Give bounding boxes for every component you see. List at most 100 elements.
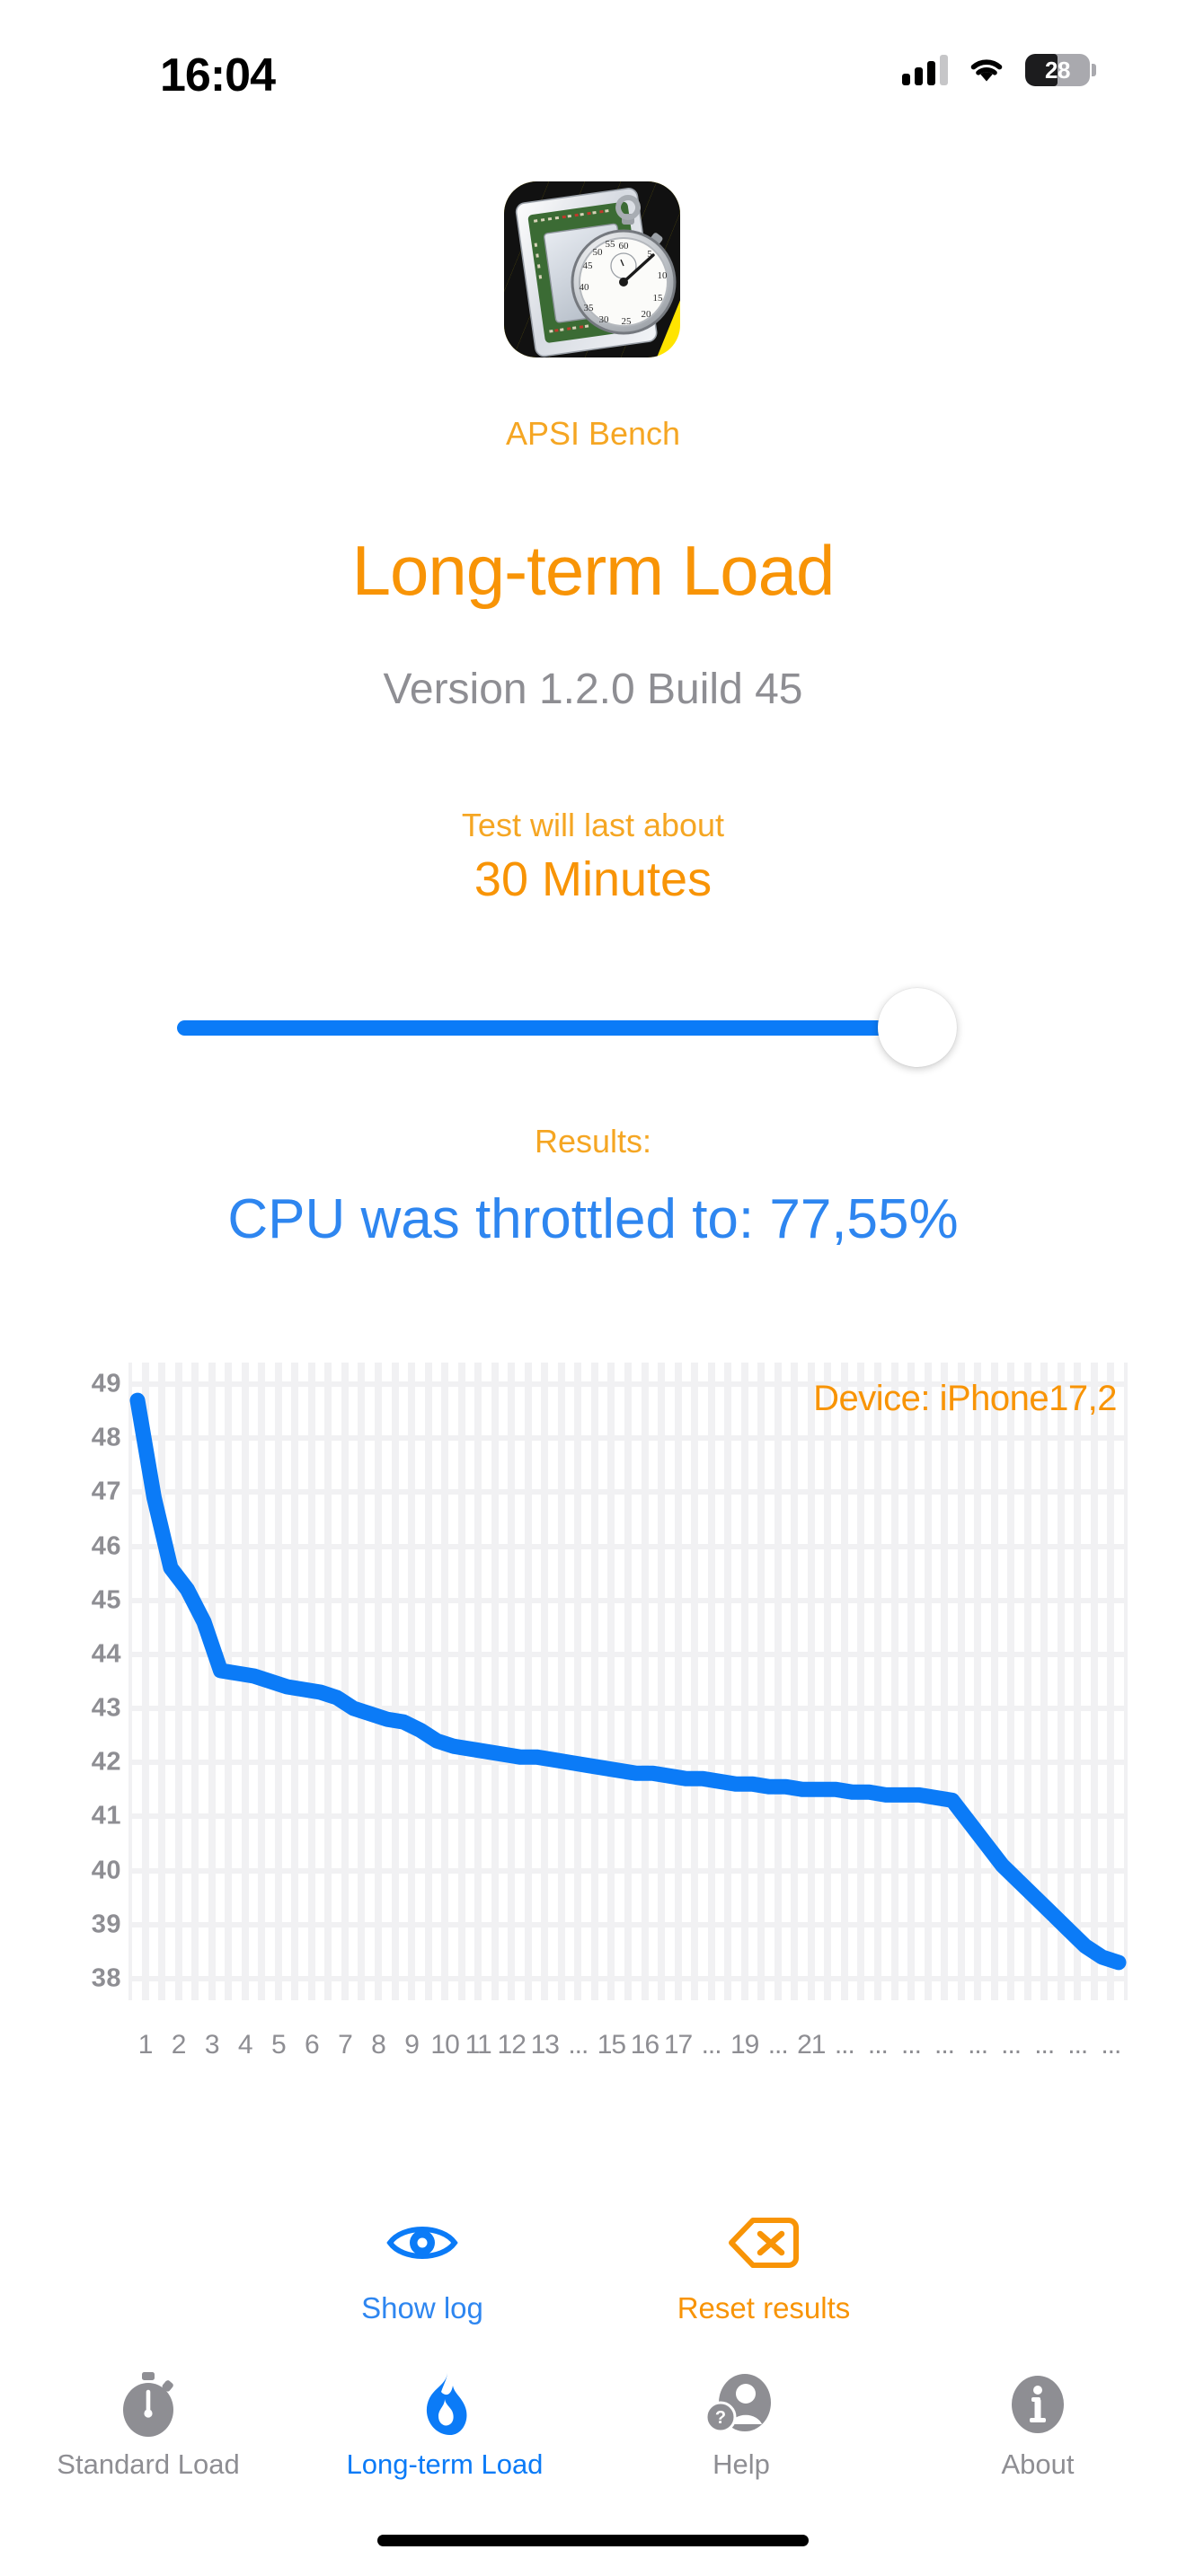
svg-text:35: 35 [584, 303, 595, 313]
chart-x-tick: ... [1034, 2030, 1055, 2060]
duration-value-label: 30 Minutes [474, 852, 712, 906]
tab-standard-load[interactable]: Standard Load [0, 2362, 296, 2506]
battery-icon: 28 [1025, 54, 1096, 86]
chart-y-tick: 42 [91, 1747, 121, 1777]
tab-long-term-load[interactable]: Long-term Load [296, 2362, 593, 2506]
flame-icon [417, 2369, 473, 2439]
svg-text:25: 25 [622, 316, 633, 327]
chart-x-tick: ... [568, 2030, 589, 2060]
results-label: Results: [534, 1123, 652, 1160]
chart-x-tick: ... [1001, 2030, 1022, 2060]
chart-y-tick: 39 [91, 1910, 121, 1939]
svg-text:10: 10 [658, 270, 668, 281]
svg-text:60: 60 [619, 241, 630, 251]
chart-y-tick: 41 [91, 1801, 121, 1831]
chart-y-tick: 47 [91, 1477, 121, 1506]
tab-standard-load-label: Standard Load [57, 2448, 240, 2480]
delete-left-x-icon [647, 2205, 881, 2280]
chart-x-tick: 12 [497, 2030, 527, 2060]
tab-bar: Standard Load Long-term Load ? Help Abou… [0, 2362, 1186, 2506]
chart-y-tick: 46 [91, 1531, 121, 1561]
chart-x-tick: ... [701, 2030, 722, 2060]
chart-x-tick: 21 [797, 2030, 826, 2060]
page-title: Long-term Load [351, 531, 836, 610]
action-buttons: Show log Reset results [0, 2205, 1186, 2325]
version-label: Version 1.2.0 Build 45 [383, 666, 803, 713]
chart-x-tick: ... [934, 2030, 955, 2060]
cellular-signal-icon [902, 55, 948, 85]
reset-results-label: Reset results [677, 2291, 851, 2325]
chart-x-tick: ... [867, 2030, 889, 2060]
chart-x-tick: 4 [237, 2030, 253, 2060]
chart-x-tick: 10 [430, 2030, 459, 2060]
chart-x-tick: 19 [730, 2030, 759, 2060]
chart-x-tick: 5 [270, 2030, 287, 2060]
chart-x-tick: 16 [630, 2030, 659, 2060]
tab-help-label: Help [712, 2448, 770, 2480]
tab-about-label: About [1001, 2448, 1075, 2480]
stopwatch-icon [117, 2369, 180, 2439]
chart-x-tick: 17 [663, 2030, 693, 2060]
svg-text:40: 40 [580, 282, 590, 293]
apsi-bench-app-icon: 60 5 10 15 20 25 30 35 40 45 50 55 [504, 181, 680, 357]
chart-x-tick: 9 [404, 2030, 420, 2060]
chart-y-tick: 43 [91, 1693, 121, 1723]
chart-x-tick: 7 [338, 2030, 353, 2060]
chart-y-axis: 49 48 47 46 45 44 43 42 41 40 39 38 [36, 1347, 121, 2012]
tab-long-term-load-label: Long-term Load [346, 2448, 544, 2480]
chart-x-tick: ... [968, 2030, 988, 2060]
duration-note-label: Test will last about [461, 807, 725, 843]
svg-text:20: 20 [642, 309, 652, 320]
reset-results-button[interactable]: Reset results [647, 2205, 881, 2325]
chart-x-tick: 13 [530, 2030, 560, 2060]
chart-x-tick: 11 [465, 2030, 492, 2060]
info-circle-icon [1006, 2369, 1069, 2439]
chart-x-tick: 8 [371, 2030, 386, 2060]
chart-x-tick: ... [834, 2030, 855, 2060]
svg-text:55: 55 [606, 239, 616, 250]
svg-text:15: 15 [653, 293, 664, 304]
tab-about[interactable]: About [890, 2362, 1186, 2506]
svg-text:50: 50 [593, 247, 604, 258]
person-question-icon: ? [705, 2369, 777, 2439]
app-name-label: APSI Bench [505, 415, 681, 452]
chart-x-tick: ... [767, 2030, 789, 2060]
home-indicator[interactable] [377, 2535, 809, 2546]
chart-device-annotation: Device: iPhone17,2 [813, 1379, 1117, 1418]
chart-x-axis: 1 2 3 4 5 6 7 8 9 10 11 12 13... 15 16 17... 19... 21....… [128, 2023, 1128, 2068]
chart-line-series [129, 1392, 1127, 1971]
status-bar-indicators: 28 [902, 54, 1096, 86]
chart-x-tick: 2 [171, 2030, 187, 2060]
slider-thumb[interactable] [878, 988, 957, 1067]
wifi-icon [970, 59, 1003, 82]
app-screen: 16:04 28 60 5 10 15 20 25 30 35 40 45 50… [0, 0, 1186, 2576]
chart-x-tick: ... [900, 2030, 922, 2060]
chart-y-tick: 44 [91, 1639, 121, 1669]
results-value: CPU was throttled to: 77,55% [227, 1188, 959, 1250]
svg-text:30: 30 [599, 314, 610, 325]
chart-y-tick: 40 [91, 1856, 121, 1885]
slider-track-fill [177, 1020, 927, 1036]
chart-x-tick: 6 [305, 2030, 320, 2060]
duration-slider[interactable] [177, 988, 977, 1069]
chart-y-tick: 48 [91, 1423, 121, 1452]
battery-percent-label: 28 [1045, 57, 1070, 84]
status-bar: 16:04 28 [0, 0, 1186, 108]
status-bar-time: 16:04 [160, 49, 276, 101]
chart-x-tick: ... [1101, 2030, 1121, 2060]
chart-y-tick: 49 [91, 1369, 121, 1398]
chart-x-tick: ... [1067, 2030, 1088, 2060]
show-log-label: Show log [361, 2291, 483, 2325]
chart-y-tick: 45 [91, 1585, 121, 1615]
throttle-chart: 49 48 47 46 45 44 43 42 41 40 39 38 Device: iPhone1… [0, 1347, 1186, 2066]
tab-help[interactable]: ? Help [593, 2362, 890, 2506]
chart-x-tick: 15 [597, 2030, 626, 2060]
svg-text:45: 45 [583, 260, 594, 271]
show-log-button[interactable]: Show log [305, 2205, 539, 2325]
chart-plot-area: Device: iPhone17,2 [128, 1363, 1128, 2000]
chart-y-tick: 38 [91, 1963, 121, 1993]
chart-x-tick: 1 [137, 2030, 154, 2060]
eye-icon [305, 2205, 539, 2280]
svg-text:?: ? [715, 2408, 726, 2428]
chart-x-tick: 3 [204, 2030, 220, 2060]
